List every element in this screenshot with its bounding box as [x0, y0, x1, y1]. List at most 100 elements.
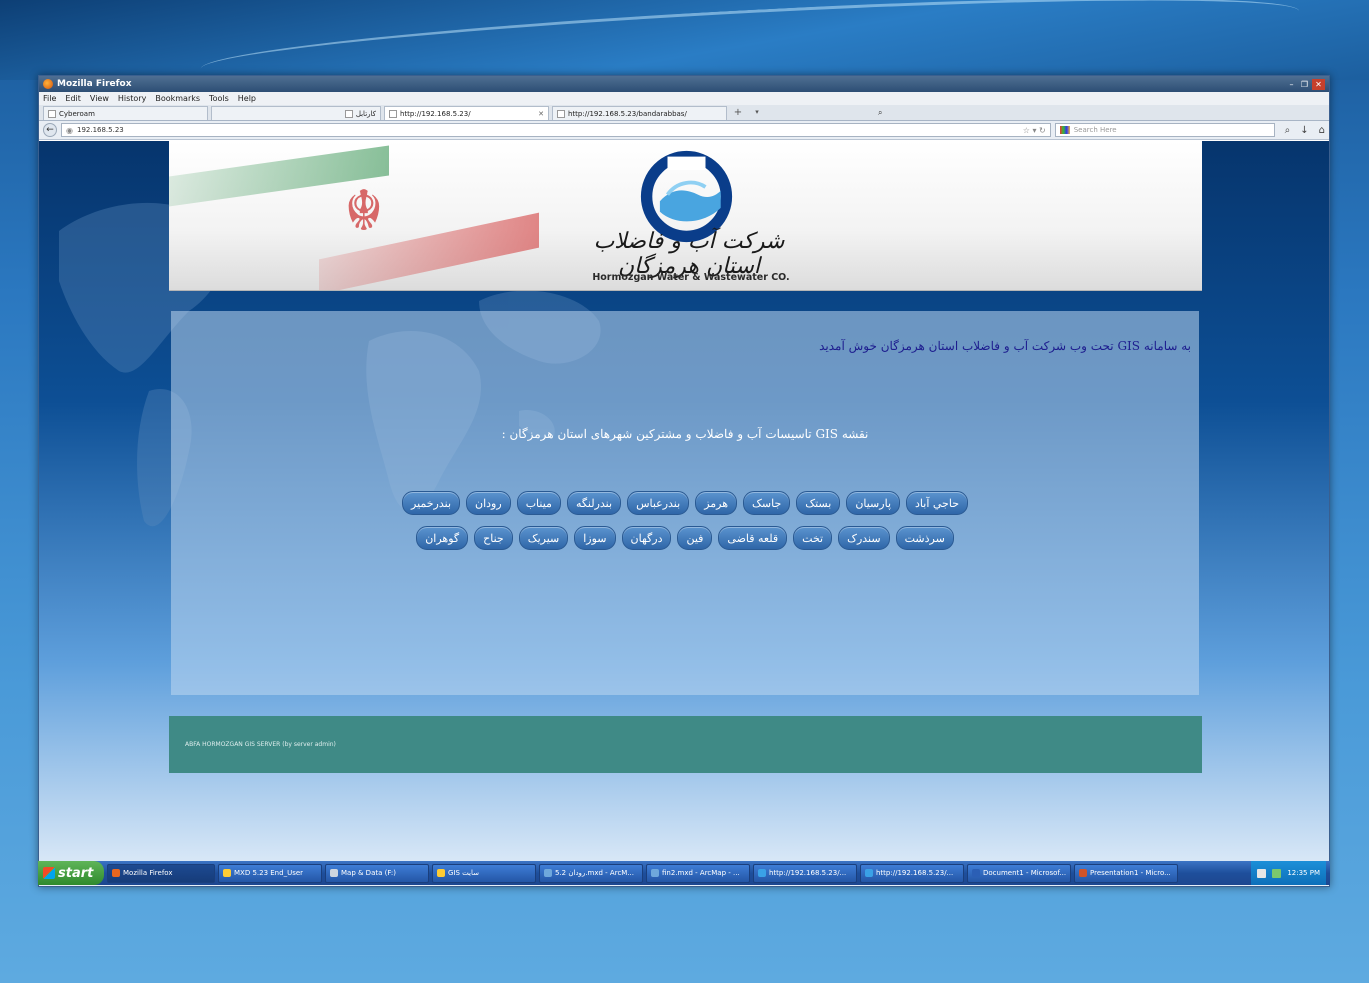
firefox-icon [43, 79, 53, 89]
title-bar: Mozilla Firefox – ❐ ✕ [39, 76, 1329, 92]
tab-bandarabbas[interactable]: http://192.168.5.23/bandarabbas/ [552, 106, 727, 120]
close-tab-icon[interactable]: ✕ [538, 110, 544, 118]
download-icon[interactable]: ↓ [1300, 125, 1308, 136]
taskbar-item[interactable]: Presentation1 - Micro... [1074, 863, 1178, 883]
start-label: start [58, 865, 94, 881]
city-button[interactable]: گوهران [416, 526, 469, 550]
taskbar-item[interactable]: MXD 5.23 End_User [218, 863, 322, 883]
footer-text: ABFA HORMOZGAN GIS SERVER (by server adm… [185, 741, 336, 748]
city-button[interactable]: سرذشت [895, 526, 954, 550]
taskbar-item[interactable]: Map & Data (F:) [325, 863, 429, 883]
ie-icon [758, 869, 766, 877]
globe-icon: ◉ [66, 125, 73, 135]
menu-view[interactable]: View [90, 94, 109, 103]
menu-file[interactable]: File [43, 94, 56, 103]
city-button[interactable]: سیریک [518, 526, 569, 550]
close-button[interactable]: ✕ [1312, 78, 1325, 90]
page-icon [389, 109, 397, 118]
taskbar-item-label: Mozilla Firefox [123, 869, 173, 877]
window-title: Mozilla Firefox [57, 79, 132, 89]
city-button[interactable]: جناح [474, 526, 513, 550]
page-icon [557, 109, 565, 118]
browser-window: Mozilla Firefox – ❐ ✕ File Edit View His… [38, 75, 1330, 887]
city-button[interactable]: بندرلنگه [566, 491, 622, 515]
city-button[interactable]: سندرک [838, 526, 890, 550]
taskbar-item-label: GIS سایت [448, 869, 479, 877]
firefox-icon [112, 869, 120, 877]
tab-kartabl[interactable]: کارتابل [211, 106, 381, 120]
city-button[interactable]: تخت [793, 526, 833, 550]
search-bar[interactable]: Search Here [1054, 123, 1275, 137]
taskbar-item-label: http://192.168.5.23/... [876, 869, 954, 877]
search-engine-icon[interactable] [1059, 126, 1070, 134]
city-button[interactable]: حاجي آباد [906, 491, 968, 515]
city-button[interactable]: میناب [516, 491, 561, 515]
taskbar-item-label: Map & Data (F:) [341, 869, 396, 877]
clock[interactable]: 12:35 PM [1287, 869, 1320, 877]
tab-list-button[interactable]: ▾ [749, 106, 765, 120]
menu-bookmarks[interactable]: Bookmarks [155, 94, 200, 103]
city-buttons-row-2: سرذشت سندرک تخت قلعه قاضی فین درگهان سوز… [171, 526, 1199, 550]
menu-help[interactable]: Help [238, 94, 256, 103]
system-tray: 12:35 PM [1251, 861, 1326, 885]
page-icon [48, 109, 56, 118]
tab-label: http://192.168.5.23/bandarabbas/ [568, 109, 687, 118]
tab-cyberoam[interactable]: Cyberoam [43, 106, 208, 120]
home-icon[interactable]: ⌂ [1319, 125, 1325, 136]
menu-bar: File Edit View History Bookmarks Tools H… [39, 92, 1329, 105]
city-button[interactable]: سوزا [574, 526, 616, 550]
maximize-button[interactable]: ❐ [1299, 79, 1310, 90]
minimize-button[interactable]: – [1286, 79, 1297, 90]
url-text: 192.168.5.23 [76, 126, 124, 134]
city-button[interactable]: بندرخمیر [402, 491, 461, 515]
welcome-message: به سامانه GIS تحت وب شرکت آب و فاضلاب اس… [819, 339, 1191, 353]
search-go-icon[interactable]: ⌕ [1285, 125, 1291, 136]
taskbar-item[interactable]: http://192.168.5.23/... [860, 863, 964, 883]
menu-edit[interactable]: Edit [65, 94, 81, 103]
tray-icon[interactable] [1257, 868, 1267, 878]
taskbar: start Mozilla Firefox MXD 5.23 End_User … [38, 861, 1330, 885]
content-panel: به سامانه GIS تحت وب شرکت آب و فاضلاب اس… [171, 311, 1199, 695]
city-button[interactable]: درگهان [621, 526, 672, 550]
taskbar-item-label: http://192.168.5.23/... [769, 869, 847, 877]
back-button[interactable]: ← [43, 123, 57, 137]
tab-home[interactable]: http://192.168.5.23/ ✕ [384, 106, 549, 120]
menu-history[interactable]: History [118, 94, 146, 103]
city-buttons-row-1: حاجي آباد پارسیان بستک جاسک هرمز بندرعبا… [171, 491, 1199, 515]
start-button[interactable]: start [38, 861, 104, 885]
tab-bar: Cyberoam کارتابل http://192.168.5.23/ ✕ … [39, 105, 1329, 121]
city-button[interactable]: بندرعباس [627, 491, 690, 515]
taskbar-item[interactable]: GIS سایت [432, 863, 536, 883]
city-button[interactable]: فین [677, 526, 713, 550]
taskbar-item[interactable]: Mozilla Firefox [107, 863, 215, 883]
ie-icon [865, 869, 873, 877]
drive-icon [330, 869, 338, 877]
arcmap-icon [651, 869, 659, 877]
city-button[interactable]: رودان [466, 491, 511, 515]
page-viewport: ☬ شرکت آب و فاضلاب استان هرمزگان Hormozg… [39, 141, 1329, 886]
powerpoint-icon [1079, 869, 1087, 877]
windows-logo-icon [43, 867, 55, 879]
city-button[interactable]: جاسک [743, 491, 791, 515]
map-section-title: نقشه GIS تاسیسات آب و فاضلاب و مشترکین ش… [501, 427, 869, 441]
navigation-bar: ← ◉ 192.168.5.23 ☆ ▾ ↻ Search Here ⌕ ↓ ⌂ [39, 121, 1329, 140]
menu-tools[interactable]: Tools [209, 94, 229, 103]
reload-icon[interactable]: ☆ ▾ ↻ [1023, 126, 1046, 135]
network-icon[interactable] [1272, 868, 1282, 878]
url-bar[interactable]: ◉ 192.168.5.23 ☆ ▾ ↻ [61, 123, 1051, 137]
taskbar-item[interactable]: fin2.mxd - ArcMap - ... [646, 863, 750, 883]
tab-label: کارتابل [355, 109, 376, 118]
taskbar-item[interactable]: Document1 - Microsof... [967, 863, 1071, 883]
tab-label: http://192.168.5.23/ [400, 109, 471, 118]
city-button[interactable]: هرمز [695, 491, 738, 515]
city-button[interactable]: پارسیان [846, 491, 901, 515]
search-placeholder: Search Here [1073, 126, 1117, 134]
taskbar-item[interactable]: 5.2 رودان.mxd - ArcM... [539, 863, 643, 883]
city-button[interactable]: بستک [796, 491, 841, 515]
search-icon[interactable]: ⌕ [878, 106, 882, 120]
tab-label: Cyberoam [59, 109, 95, 118]
taskbar-item[interactable]: http://192.168.5.23/... [753, 863, 857, 883]
city-button[interactable]: قلعه قاضی [718, 526, 788, 550]
new-tab-button[interactable]: + [730, 106, 746, 120]
desktop-background [0, 0, 1369, 99]
